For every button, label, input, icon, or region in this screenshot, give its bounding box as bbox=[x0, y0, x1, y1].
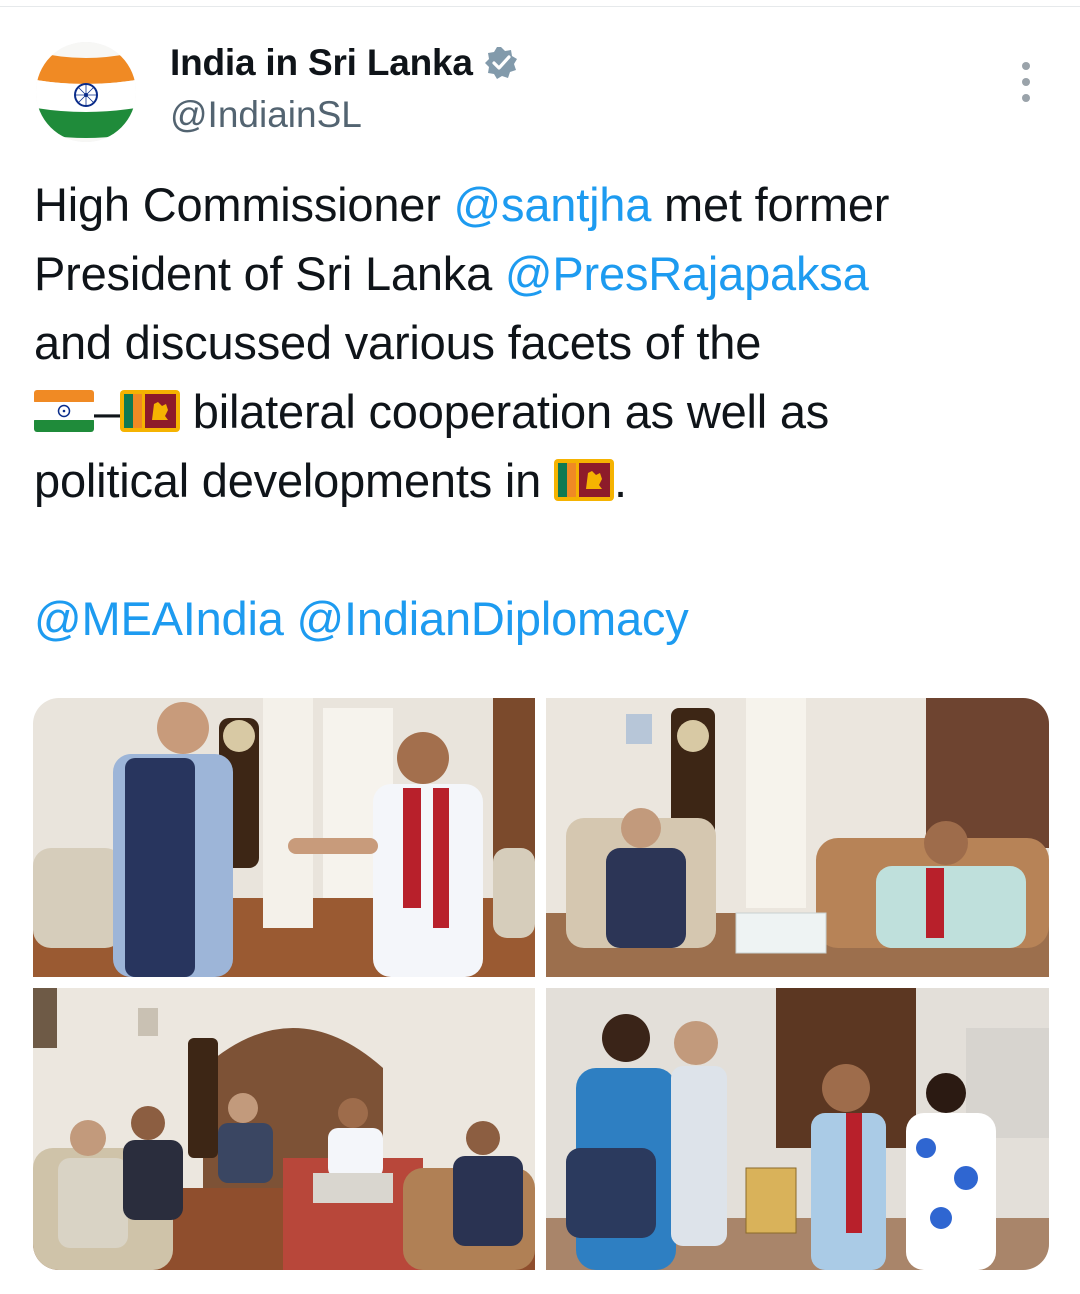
photo-delegation-meeting[interactable] bbox=[33, 988, 535, 1270]
dot-icon bbox=[1022, 94, 1030, 102]
more-options-button[interactable] bbox=[1010, 62, 1042, 102]
tweet-line: – bilateral cooperation as well as bbox=[34, 377, 1054, 446]
photo-seated-conversation[interactable] bbox=[546, 698, 1049, 977]
tweet-text-segment: bilateral cooperation as well as bbox=[179, 385, 830, 438]
tweet-text-segment: – bbox=[94, 385, 120, 438]
mention-indiandiplomacy[interactable]: @IndianDiplomacy bbox=[297, 592, 689, 645]
india-flag-icon bbox=[34, 389, 94, 432]
tweet-text-segment: met former bbox=[651, 178, 890, 231]
verified-badge-icon bbox=[484, 47, 517, 79]
avatar[interactable] bbox=[36, 42, 136, 142]
sri-lanka-flag-icon bbox=[119, 389, 180, 432]
india-flag-icon bbox=[36, 42, 136, 142]
mention-santjha[interactable]: @santjha bbox=[454, 178, 652, 231]
top-divider bbox=[0, 6, 1080, 7]
tweet-text-segment: political developments in bbox=[34, 454, 554, 507]
mention-meaindia[interactable]: @MEAIndia bbox=[34, 592, 284, 645]
dot-icon bbox=[1022, 62, 1030, 70]
tweet-line: and discussed various facets of the bbox=[34, 308, 1054, 377]
display-name[interactable]: India in Sri Lanka bbox=[170, 42, 473, 84]
dot-icon bbox=[1022, 78, 1030, 86]
tweet-text-segment: and discussed various facets of the bbox=[34, 316, 762, 369]
sri-lanka-flag-icon bbox=[553, 458, 614, 501]
tweet-text: High Commissioner @santjha met former Pr… bbox=[34, 170, 1054, 653]
tweet-line: political developments in . bbox=[34, 446, 1054, 515]
tweet-text-segment: . bbox=[613, 454, 627, 507]
mention-presrajapaksa[interactable]: @PresRajapaksa bbox=[505, 247, 869, 300]
tweet-text-segment: President of Sri Lanka bbox=[34, 247, 505, 300]
tweet-line: President of Sri Lanka @PresRajapaksa bbox=[34, 239, 1054, 308]
author-name-row[interactable]: India in Sri Lanka bbox=[170, 38, 519, 88]
media-grid bbox=[33, 698, 1049, 1270]
handle[interactable]: @IndiainSL bbox=[170, 94, 362, 136]
tweet-text-segment: High Commissioner bbox=[34, 178, 454, 231]
tweet-line: @MEAIndia @IndianDiplomacy bbox=[34, 584, 1054, 653]
photo-greeting[interactable] bbox=[546, 988, 1049, 1270]
photo-handshake[interactable] bbox=[33, 698, 535, 977]
tweet-line: High Commissioner @santjha met former bbox=[34, 170, 1054, 239]
